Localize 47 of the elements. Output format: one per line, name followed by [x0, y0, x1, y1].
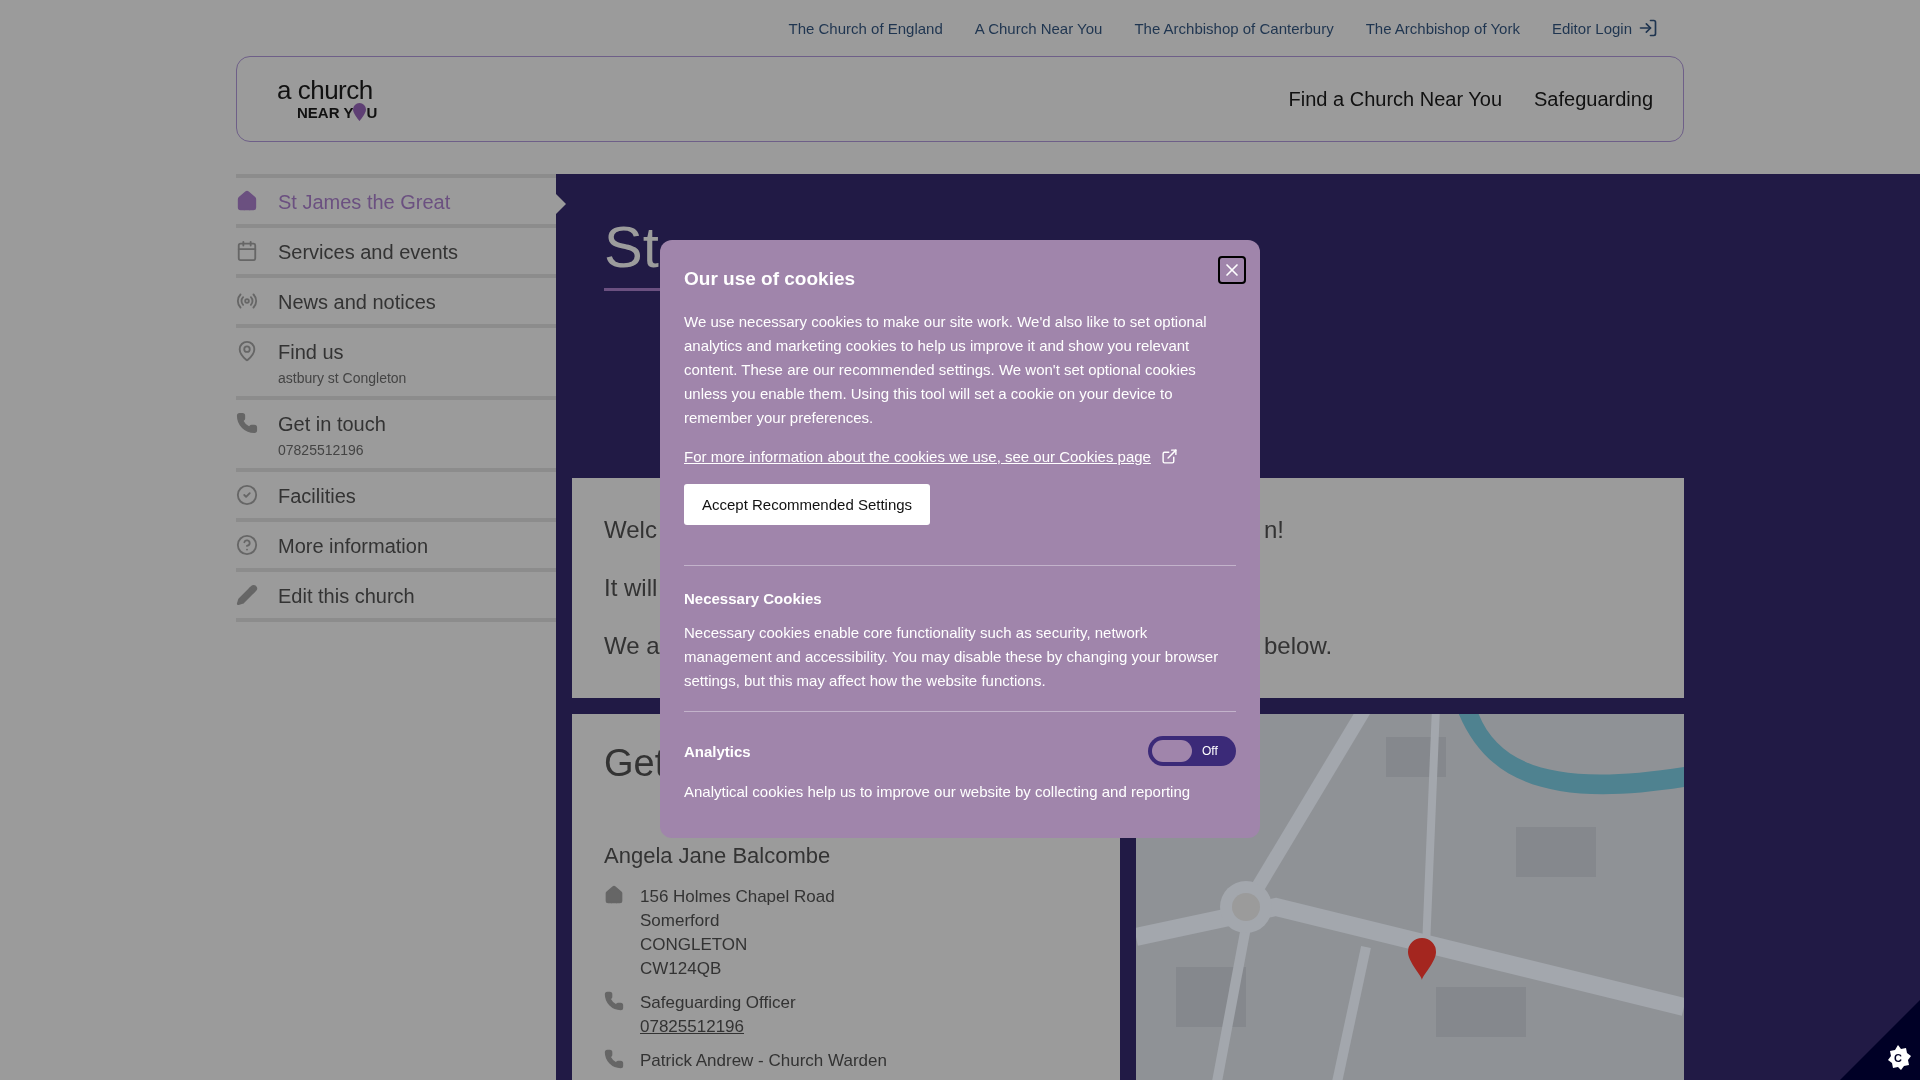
top-link[interactable]: The Church of England — [788, 19, 943, 37]
nav-link[interactable]: Safeguarding — [1534, 87, 1653, 111]
welcome-text: below. — [1264, 631, 1333, 661]
cookies-page-link[interactable]: For more information about the cookies we use, see our Cookies page — [684, 448, 1178, 465]
section-heading: Analytics — [684, 742, 751, 760]
pencil-icon — [236, 584, 258, 606]
home-icon — [236, 190, 258, 212]
analytics-toggle[interactable]: Off — [1148, 736, 1236, 766]
welcome-text: It will — [604, 573, 658, 603]
login-icon — [1638, 18, 1658, 38]
top-link[interactable]: A Church Near You — [974, 19, 1103, 37]
phone-link[interactable]: 07825512196 — [640, 1015, 796, 1039]
phone-icon — [604, 1049, 624, 1069]
login-link[interactable]: Editor Login — [1551, 18, 1658, 38]
dialog-text: We use necessary cookies to make our site work. We'd also like to set optional analytics and marketing cookies to help us improve it and show you relevant content. These are our recommended settings. We won't set optional cookies unless you enable them. Using this tool will set a cookie on your device to remember your preferences. — [684, 312, 1208, 428]
dialog-title: Our use of cookies — [684, 268, 856, 290]
logo-text: a church — [277, 77, 374, 103]
top-link[interactable]: The Archbishop of Canterbury — [1134, 19, 1334, 37]
contact-line: CW124QB — [640, 958, 723, 980]
logo-text: U — [366, 104, 378, 120]
welcome-text: n! — [1264, 515, 1284, 545]
help-icon — [236, 534, 258, 556]
contact-line: 156 Holmes Chapel Road — [640, 886, 835, 908]
check-circle-icon — [236, 484, 258, 506]
external-link-icon — [1160, 448, 1178, 465]
map-pin-icon — [236, 340, 258, 362]
welcome-text: We a — [604, 631, 660, 661]
welcome-text: Welc — [604, 515, 657, 545]
contact-line: Patrick Andrew - Church Warden — [640, 1050, 887, 1072]
logo-text: NEAR Y — [297, 104, 354, 120]
phone-icon — [236, 412, 258, 434]
top-link[interactable]: The Archbishop of York — [1365, 19, 1520, 37]
contact-name: Angela Jane Balcombe — [604, 843, 831, 869]
contact-line: CONGLETON — [640, 934, 749, 956]
section-text: Necessary cookies enable core functionality such as security, network management and accessibility. You may disable these by changing your browser settings, but this may affect how the website functions. — [684, 623, 1220, 691]
nav-link[interactable]: Find a Church Near You — [1288, 87, 1502, 111]
close-button[interactable] — [1218, 256, 1246, 284]
page-title: St — [604, 213, 659, 281]
accept-button[interactable]: Accept Recommended Settings — [684, 484, 931, 525]
contact-line: Safeguarding Officer — [640, 992, 796, 1014]
home-icon — [604, 885, 624, 905]
calendar-icon — [236, 240, 258, 262]
map-pin-icon — [353, 103, 367, 121]
contact-line: Somerford — [640, 910, 721, 932]
section-text: Analytical cookies help us to improve our website by collecting and reporting — [684, 782, 1192, 802]
section-heading: Necessary Cookies — [684, 590, 822, 607]
phone-icon — [604, 991, 624, 1011]
